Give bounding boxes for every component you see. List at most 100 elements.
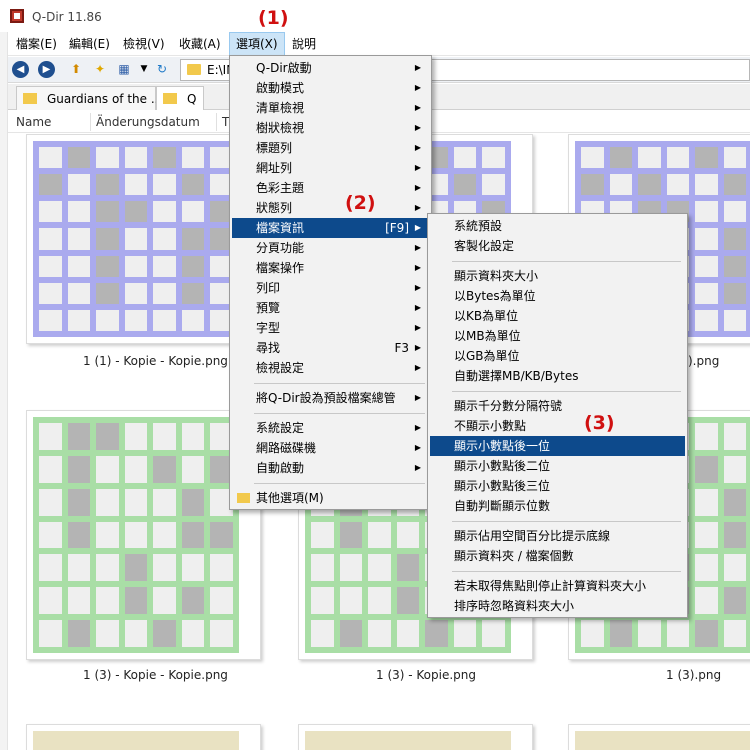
options_menu-item[interactable]: 網址列 ▶ bbox=[232, 158, 429, 178]
options_menu-item[interactable]: 檢視設定 ▶ bbox=[232, 358, 429, 378]
new-folder-icon[interactable]: ✦ bbox=[92, 62, 108, 76]
menu-bar: 檔案(E) 編輯(E) 檢視(V) 收藏(A) 選項(X) 說明 bbox=[0, 32, 750, 56]
submenu-arrow-icon: ▶ bbox=[414, 283, 421, 292]
preview-pixel bbox=[723, 282, 747, 304]
preview-pixel bbox=[368, 554, 391, 582]
options_menu-item[interactable]: 清單檢視 ▶ bbox=[232, 98, 429, 118]
file-name[interactable]: 1 (3).png bbox=[666, 668, 721, 682]
image-preview bbox=[305, 731, 511, 750]
view-mode-icon[interactable]: ▦ bbox=[116, 62, 132, 76]
tab-q[interactable]: Q bbox=[156, 86, 204, 110]
preview-pixel bbox=[638, 620, 661, 647]
column-name[interactable]: Name bbox=[16, 115, 51, 129]
options_menu-item[interactable]: 將Q-Dir設為預設檔案總管 ▶ bbox=[232, 388, 429, 408]
file_info_menu-item[interactable]: 自動判斷顯示位數 bbox=[430, 496, 685, 516]
preview-pixel bbox=[723, 309, 747, 331]
tab-label: Guardians of the ... bbox=[47, 92, 163, 106]
preview-pixel bbox=[453, 147, 477, 169]
preview-pixel bbox=[723, 228, 747, 250]
window-title: Q-Dir 11.86 bbox=[32, 10, 102, 24]
refresh-icon[interactable]: ↻ bbox=[154, 62, 170, 76]
file-name[interactable]: 1 (3) - Kopie.png bbox=[376, 668, 476, 682]
file_info_menu-item[interactable]: 顯示小數點後三位 bbox=[430, 476, 685, 496]
preview-pixel bbox=[153, 309, 176, 331]
preview-pixel bbox=[153, 488, 176, 516]
options_menu-item[interactable]: 列印 ▶ bbox=[232, 278, 429, 298]
image-preview bbox=[33, 141, 239, 337]
preview-pixel bbox=[124, 587, 148, 615]
file_info_menu-item[interactable]: 排序時忽略資料夾大小 bbox=[430, 596, 685, 616]
file_info_menu-item[interactable]: 不顯示小數點 bbox=[430, 416, 685, 436]
file-thumbnail[interactable] bbox=[26, 134, 261, 344]
file_info_menu-item[interactable]: 以MB為單位 bbox=[430, 326, 685, 346]
options_menu-item[interactable]: 啟動模式 ▶ bbox=[232, 78, 429, 98]
file_info_menu-item[interactable]: 顯示小數點後二位 bbox=[430, 456, 685, 476]
file-thumbnail[interactable] bbox=[298, 724, 533, 750]
options_menu-item[interactable]: 預覽 ▶ bbox=[232, 298, 429, 318]
options_menu-item[interactable]: 分頁功能 ▶ bbox=[232, 238, 429, 258]
file_info_menu-item[interactable]: 以Bytes為單位 bbox=[430, 286, 685, 306]
file_info_menu-item[interactable]: 客製化設定 bbox=[430, 236, 685, 256]
menu-file[interactable]: 檔案(E) bbox=[10, 32, 63, 56]
options_menu-item[interactable]: 系統設定 ▶ bbox=[232, 418, 429, 438]
file-thumbnail[interactable] bbox=[26, 410, 261, 660]
file_info_menu-item[interactable]: 以KB為單位 bbox=[430, 306, 685, 326]
file_info_menu-item[interactable]: 若未取得焦點則停止計算資料夾大小 bbox=[430, 576, 685, 596]
preview-pixel bbox=[153, 282, 176, 304]
menu-view[interactable]: 檢視(V) bbox=[117, 32, 171, 56]
options_menu-item[interactable]: 樹狀檢視 ▶ bbox=[232, 118, 429, 138]
file_info_menu-item[interactable]: 系統預設 bbox=[430, 216, 685, 236]
column-separator[interactable] bbox=[90, 113, 91, 131]
options_menu-item[interactable]: 字型 ▶ bbox=[232, 318, 429, 338]
file_info_menu-item[interactable]: 自動選擇MB/KB/Bytes bbox=[430, 366, 685, 386]
left-pane-edge bbox=[0, 32, 8, 750]
up-folder-icon[interactable]: ⬆ bbox=[68, 62, 84, 76]
options_menu-item[interactable]: 檔案資訊 [F9] ▶ bbox=[232, 218, 429, 238]
options-menu: Q-Dir啟動 ▶ 啟動模式 ▶ 清單檢視 ▶ 樹狀檢視 ▶ 標題列 ▶ 網址列 ▶ 色彩主題 ▶ 狀態列 ▶… bbox=[229, 55, 432, 510]
preview-pixel bbox=[339, 521, 363, 549]
file_info_menu-item[interactable]: 顯示小數點後一位 bbox=[430, 436, 685, 456]
file_info_menu-item-label: 排序時忽略資料夾大小 bbox=[454, 599, 575, 613]
options_menu-item[interactable]: 色彩主題 ▶ bbox=[232, 178, 429, 198]
file_info_menu-item-label: 顯示資料夾大小 bbox=[454, 269, 539, 283]
file_info_menu-item-label: 以KB為單位 bbox=[454, 309, 519, 323]
column-modified[interactable]: Änderungsdatum bbox=[96, 115, 200, 129]
options_menu-item[interactable]: 標題列 ▶ bbox=[232, 138, 429, 158]
file_info_menu-item[interactable]: 顯示佔用空間百分比提示底線 bbox=[430, 526, 685, 546]
preview-pixel bbox=[39, 282, 62, 304]
file-name[interactable]: ).png bbox=[688, 354, 719, 368]
options_menu-item[interactable]: 檔案操作 ▶ bbox=[232, 258, 429, 278]
menu-help[interactable]: 說明 bbox=[286, 32, 322, 56]
column-separator[interactable] bbox=[216, 113, 217, 131]
menu-favorites[interactable]: 收藏(A) bbox=[173, 32, 227, 56]
preview-pixel bbox=[311, 521, 334, 549]
options_menu-item[interactable]: 其他選項(M) bbox=[232, 488, 429, 508]
menu-edit[interactable]: 編輯(E) bbox=[63, 32, 116, 56]
options_menu-item[interactable]: 狀態列 ▶ bbox=[232, 198, 429, 218]
file-thumbnail[interactable] bbox=[568, 724, 750, 750]
file_info_menu-item[interactable]: 顯示千分數分隔符號 bbox=[430, 396, 685, 416]
options_menu-item[interactable]: 網路磁碟機 ▶ bbox=[232, 438, 429, 458]
menu-options[interactable]: 選項(X) bbox=[229, 32, 285, 56]
back-icon[interactable]: ◀ bbox=[12, 61, 29, 78]
forward-icon[interactable]: ▶ bbox=[38, 61, 55, 78]
preview-pixel bbox=[124, 282, 148, 304]
tab-guardians[interactable]: Guardians of the ... bbox=[16, 86, 162, 110]
file_info_menu-item[interactable]: 顯示資料夾 / 檔案個數 bbox=[430, 546, 685, 566]
options_menu-item[interactable]: 尋找 F3 ▶ bbox=[232, 338, 429, 358]
options_menu-item-label: 預覽 bbox=[256, 301, 281, 315]
preview-pixel bbox=[96, 174, 119, 196]
file-thumbnail[interactable] bbox=[26, 724, 261, 750]
view-dropdown-icon[interactable]: ▼ bbox=[136, 62, 152, 76]
preview-pixel bbox=[695, 255, 718, 277]
preview-pixel bbox=[96, 201, 119, 223]
file-name[interactable]: 1 (1) - Kopie - Kopie.png bbox=[83, 354, 228, 368]
file_info_menu-item[interactable]: 顯示資料夾大小 bbox=[430, 266, 685, 286]
options_menu-item[interactable]: Q-Dir啟動 ▶ bbox=[232, 58, 429, 78]
preview-pixel bbox=[67, 587, 91, 615]
preview-pixel bbox=[638, 174, 661, 196]
submenu-arrow-icon: ▶ bbox=[414, 423, 421, 432]
file_info_menu-item[interactable]: 以GB為單位 bbox=[430, 346, 685, 366]
file-name[interactable]: 1 (3) - Kopie - Kopie.png bbox=[83, 668, 228, 682]
options_menu-item[interactable]: 自動啟動 ▶ bbox=[232, 458, 429, 478]
